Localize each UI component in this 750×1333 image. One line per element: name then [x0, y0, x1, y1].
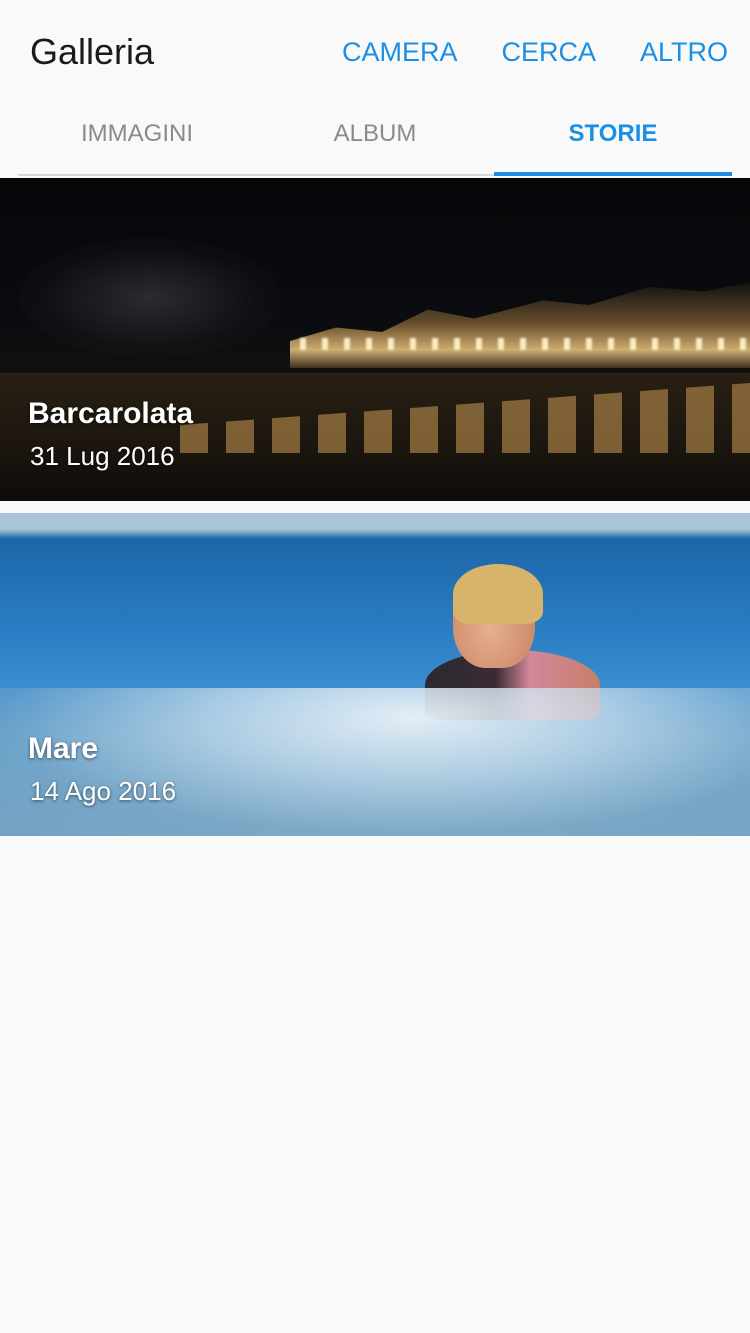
tab-stories[interactable]: STORIE: [494, 104, 732, 176]
town-lights: [290, 282, 750, 368]
camera-button[interactable]: CAMERA: [342, 34, 458, 70]
story-card[interactable]: Mare 14 Ago 2016: [0, 513, 750, 836]
story-caption: Barcarolata 31 Lug 2016: [28, 395, 193, 473]
waterfront-lights: [300, 338, 750, 350]
tab-images[interactable]: IMMAGINI: [18, 104, 256, 174]
story-date: 31 Lug 2016: [30, 441, 175, 471]
firework-smoke: [20, 238, 280, 358]
app-header: Galleria CAMERA CERCA ALTRO: [0, 0, 750, 104]
story-caption: Mare 14 Ago 2016: [28, 730, 176, 808]
tab-albums[interactable]: ALBUM: [256, 104, 494, 174]
story-title: Mare: [28, 732, 99, 765]
swimmer-hair: [453, 564, 543, 624]
tab-bar: IMMAGINI ALBUM STORIE: [18, 104, 732, 176]
story-date: 14 Ago 2016: [30, 776, 177, 806]
story-title: Barcarolata: [28, 397, 194, 430]
app-title: Galleria: [30, 31, 155, 72]
more-button[interactable]: ALTRO: [640, 34, 728, 70]
story-card[interactable]: Barcarolata 31 Lug 2016: [0, 178, 750, 501]
search-button[interactable]: CERCA: [501, 34, 596, 70]
header-actions: CAMERA CERCA ALTRO: [298, 34, 728, 70]
